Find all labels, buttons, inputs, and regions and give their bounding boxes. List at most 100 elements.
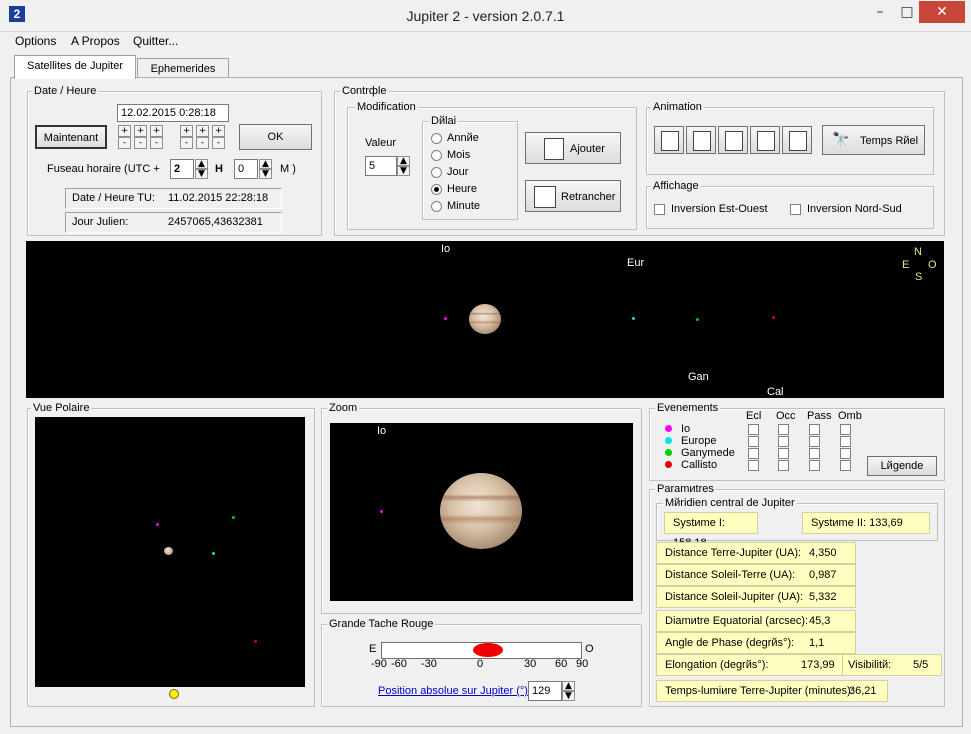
event-checkbox[interactable] [840, 460, 851, 471]
valeur-input[interactable]: 5 [365, 156, 397, 176]
fuseau-label: Fuseau horaire (UTC + [47, 163, 160, 175]
ajouter-icon [544, 138, 564, 160]
tab-ephemerides[interactable]: Ephemerides [137, 58, 229, 79]
jupiter-bands [469, 304, 501, 334]
retrancher-label: Retrancher [561, 191, 616, 203]
radio-0[interactable] [431, 133, 442, 144]
event-checkbox[interactable] [748, 448, 759, 459]
inversion-ns-label: Inversion Nord-Sud [807, 203, 902, 215]
event-checkbox[interactable] [840, 424, 851, 435]
position-input[interactable]: 129 [528, 681, 562, 701]
compass-s: S [915, 271, 923, 283]
day-down-button[interactable]: - [118, 137, 131, 149]
ok-button[interactable]: OK [239, 124, 312, 150]
system1-box: Systиme I: 158,18 [664, 512, 758, 549]
second-down-button[interactable]: - [212, 137, 225, 149]
hour-up-button[interactable]: + [180, 125, 193, 137]
year-down-button[interactable]: - [150, 137, 163, 149]
event-checkbox[interactable] [809, 448, 820, 459]
temps-lumiere-value: 36,21 [849, 685, 877, 697]
month-up-button[interactable]: + [134, 125, 147, 137]
ajouter-button[interactable]: Ajouter [525, 132, 621, 164]
fuseau-minutes-up[interactable]: ▲ [259, 159, 272, 169]
pause-button[interactable] [718, 126, 748, 154]
legende-button[interactable]: Lйgende [867, 456, 937, 476]
event-checkbox[interactable] [840, 436, 851, 447]
valeur-up[interactable]: ▲ [397, 156, 410, 166]
event-color-dot [665, 449, 672, 456]
tab-satellites[interactable]: Satellites de Jupiter [14, 55, 136, 79]
maintenant-button[interactable]: Maintenant [35, 125, 107, 149]
event-checkbox[interactable] [778, 424, 789, 435]
tu-value: 11.02.2015 22:28:18 [168, 192, 269, 204]
temps-reel-button[interactable]: 🔭 Temps Rйel [822, 125, 925, 155]
fuseau-minutes-input[interactable]: 0 [234, 159, 258, 179]
visibilite-label: Visibilitй: [848, 659, 892, 671]
param-value: 0,987 [809, 569, 837, 581]
menu-apropos[interactable]: A Propos [71, 34, 120, 48]
event-checkbox[interactable] [840, 448, 851, 459]
close-button[interactable]: ✕ [919, 1, 965, 23]
fast-forward-icon [789, 131, 807, 151]
event-checkbox[interactable] [809, 424, 820, 435]
minute-up-button[interactable]: + [196, 125, 209, 137]
event-checkbox[interactable] [748, 424, 759, 435]
jj-value: 2457065,43632381 [168, 216, 263, 228]
radio-2[interactable] [431, 167, 442, 178]
retrancher-icon [534, 186, 556, 208]
menu-quitter[interactable]: Quitter... [133, 34, 178, 48]
event-checkbox[interactable] [748, 460, 759, 471]
inversion-eo-checkbox[interactable] [654, 204, 665, 215]
radio-4[interactable] [431, 201, 442, 212]
position-up[interactable]: ▲ [562, 681, 575, 691]
param-value: 45,3 [809, 615, 831, 627]
radio-1[interactable] [431, 150, 442, 161]
minimize-button[interactable]: – [866, 1, 894, 23]
maximize-button[interactable]: □ [893, 1, 921, 23]
polar-io-dot [156, 523, 159, 526]
radio-label-3: Heure [447, 183, 477, 195]
m-label: M ) [280, 163, 296, 175]
visibilite-value: 5/5 [913, 659, 929, 671]
position-down[interactable]: ▼ [562, 691, 575, 701]
fast-forward-button[interactable] [782, 126, 812, 154]
event-checkbox[interactable] [778, 436, 789, 447]
tache-tick: -30 [421, 658, 437, 670]
year-up-button[interactable]: + [150, 125, 163, 137]
fuseau-hours-down[interactable]: ▼ [195, 169, 208, 179]
second-up-button[interactable]: + [212, 125, 225, 137]
tache-tick: -60 [391, 658, 407, 670]
event-checkbox[interactable] [778, 460, 789, 471]
day-up-button[interactable]: + [118, 125, 131, 137]
system1-label: Systиme I: [673, 517, 725, 529]
event-checkbox[interactable] [809, 460, 820, 471]
position-link[interactable]: Position absolue sur Jupiter (°) [378, 685, 528, 697]
menu-bar: Options A Propos Quitter... [0, 31, 971, 51]
fuseau-hours-up[interactable]: ▲ [195, 159, 208, 169]
polar-callisto-dot [254, 640, 257, 643]
fuseau-minutes-down[interactable]: ▼ [259, 169, 272, 179]
menu-options[interactable]: Options [15, 34, 56, 48]
tu-label: Date / Heure TU: [72, 192, 155, 204]
hour-down-button[interactable]: - [180, 137, 193, 149]
minute-down-button[interactable]: - [196, 137, 209, 149]
radio-3[interactable] [431, 184, 442, 195]
param-label: Distance Soleil-Terre (UA): [665, 569, 796, 581]
fast-back-button[interactable] [654, 126, 684, 154]
radio-label-1: Mois [447, 149, 471, 161]
step-forward-button[interactable] [750, 126, 780, 154]
event-checkbox[interactable] [809, 436, 820, 447]
callisto-dot [772, 316, 775, 319]
event-checkbox[interactable] [778, 448, 789, 459]
sun-icon [169, 689, 179, 699]
step-back-button[interactable] [686, 126, 716, 154]
event-checkbox[interactable] [748, 436, 759, 447]
polar-europe-dot [212, 552, 215, 555]
valeur-down[interactable]: ▼ [397, 166, 410, 176]
fuseau-hours-input[interactable]: 2 [170, 159, 194, 179]
month-down-button[interactable]: - [134, 137, 147, 149]
inversion-ns-checkbox[interactable] [790, 204, 801, 215]
window-title: Jupiter 2 - version 2.0.7.1 [406, 8, 565, 24]
retrancher-button[interactable]: Retrancher [525, 180, 621, 212]
date-input[interactable]: 12.02.2015 0:28:18 [117, 104, 229, 122]
